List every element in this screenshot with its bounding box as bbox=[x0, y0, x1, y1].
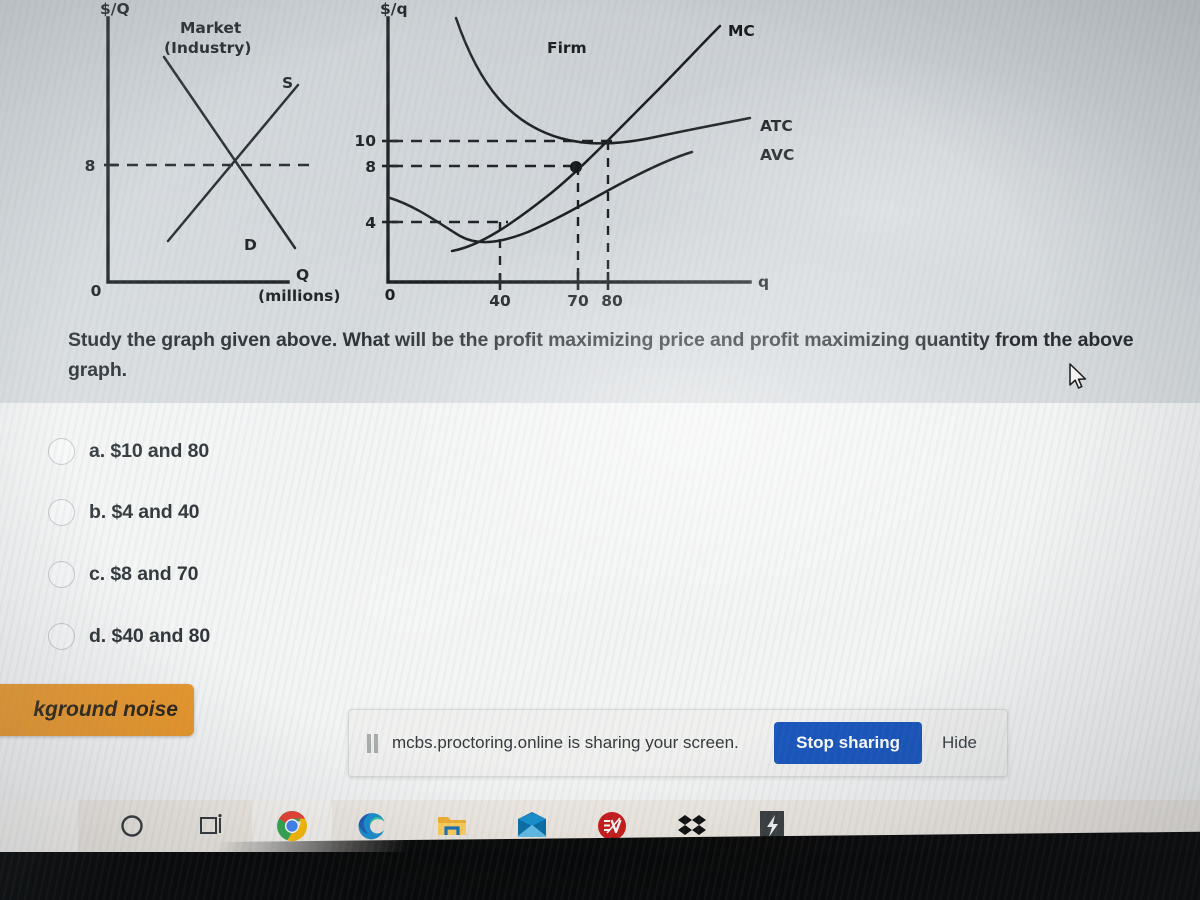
mc-curve bbox=[450, 24, 722, 253]
supply-curve bbox=[166, 83, 300, 243]
question-prompt: Study the graph given above. What will b… bbox=[68, 325, 1200, 385]
background-noise-badge[interactable]: kground noise bbox=[0, 684, 194, 736]
market-origin: 0 bbox=[91, 282, 102, 300]
avc-label: AVC bbox=[760, 146, 794, 164]
market-y-axis-label: $/Q bbox=[100, 0, 130, 18]
radio-button-a[interactable] bbox=[48, 437, 75, 465]
market-x-axis-label: Q bbox=[296, 266, 309, 284]
market-graph: $/Q Market (Industry) 8 0 Q (millions) D… bbox=[85, 0, 341, 305]
photographed-screen: .ax { stroke:#15181b; stroke-width:3.4; … bbox=[0, 0, 1200, 900]
market-ytick-8: 8 bbox=[85, 157, 96, 175]
firm-title: Firm bbox=[547, 39, 587, 57]
atc-label: ATC bbox=[760, 117, 793, 135]
firm-axes bbox=[386, 16, 752, 284]
mc-label: MC bbox=[728, 22, 755, 40]
market-subtitle: (Industry) bbox=[164, 39, 251, 57]
firm-ytick-10: 10 bbox=[354, 132, 376, 150]
option-d[interactable]: d. $40 and 80 bbox=[48, 618, 210, 654]
firm-ytick-8: 8 bbox=[365, 158, 376, 176]
stop-sharing-button[interactable]: Stop sharing bbox=[774, 722, 923, 764]
graph-figure: .ax { stroke:#15181b; stroke-width:3.4; … bbox=[60, 0, 800, 312]
firm-xtick-80: 80 bbox=[601, 292, 623, 310]
pause-icon[interactable] bbox=[367, 733, 379, 753]
option-c[interactable]: c. $8 and 70 bbox=[48, 556, 198, 592]
option-d-label: d. $40 and 80 bbox=[89, 624, 211, 647]
question-line-1: Study the graph given above. What will b… bbox=[68, 329, 1134, 351]
firm-x-axis-label: q bbox=[758, 273, 769, 291]
market-title: Market bbox=[180, 19, 242, 37]
question-band: .ax { stroke:#15181b; stroke-width:3.4; … bbox=[0, 0, 1200, 403]
background-noise-label: kground noise bbox=[33, 698, 178, 721]
firm-ytick-4: 4 bbox=[365, 214, 376, 232]
exam-page: .ax { stroke:#15181b; stroke-width:3.4; … bbox=[0, 0, 1200, 800]
question-line-2: graph. bbox=[68, 359, 127, 381]
firm-xtick-40: 40 bbox=[489, 292, 511, 310]
market-x-axis-sublabel: (millions) bbox=[258, 287, 340, 305]
firm-y-axis-label: $/q bbox=[380, 0, 408, 18]
demand-curve bbox=[162, 55, 297, 250]
firm-origin: 0 bbox=[385, 286, 396, 304]
radio-button-d[interactable] bbox=[48, 622, 75, 650]
option-a-label: a. $10 and 80 bbox=[89, 439, 210, 462]
option-a[interactable]: a. $10 and 80 bbox=[48, 433, 209, 469]
profit-max-point bbox=[570, 161, 582, 173]
option-c-label: c. $8 and 70 bbox=[89, 562, 199, 585]
option-b-label: b. $4 and 40 bbox=[89, 500, 200, 523]
supply-label: S bbox=[282, 74, 293, 92]
atc-curve bbox=[454, 16, 752, 145]
monitor-bezel bbox=[0, 852, 1200, 900]
firm-graph: $/q Firm q 10 8 4 40 70 80 0 ATC AVC MC bbox=[354, 0, 794, 310]
hide-button[interactable]: Hide bbox=[922, 722, 993, 764]
radio-button-b[interactable] bbox=[48, 498, 75, 526]
screen-sharing-bar: mcbs.proctoring.online is sharing your s… bbox=[348, 709, 1008, 777]
firm-xtick-70: 70 bbox=[567, 292, 589, 310]
market-axes bbox=[106, 16, 290, 284]
option-b[interactable]: b. $4 and 40 bbox=[48, 494, 200, 530]
demand-label: D bbox=[244, 236, 257, 254]
sharing-message: mcbs.proctoring.online is sharing your s… bbox=[392, 733, 739, 752]
radio-button-c[interactable] bbox=[48, 560, 75, 588]
